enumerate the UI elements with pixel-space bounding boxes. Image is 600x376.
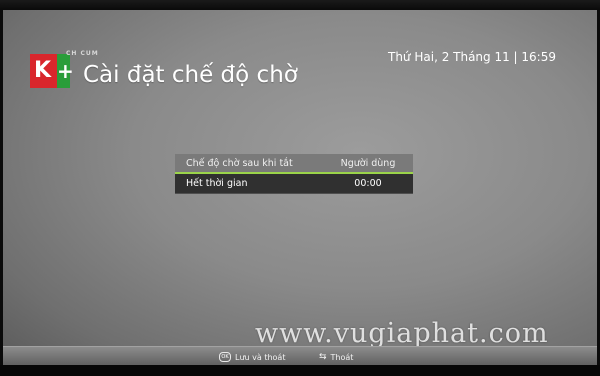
standby-mode-label: Chế độ chờ sau khi tắt (186, 157, 293, 169)
standby-mode-value: Người dùng (340, 157, 396, 169)
timeout-label: Hết thời gian (186, 178, 248, 189)
back-arrow-icon: ⇆ (319, 352, 327, 362)
watermark: www.vugiaphat.com (255, 318, 549, 349)
tv-bezel-bottom (0, 365, 600, 376)
logo-subtext: CH CUM (66, 50, 99, 57)
kplus-logo: K + (30, 54, 74, 88)
save-and-exit-hint[interactable]: OK Lưu và thoát (219, 352, 285, 362)
exit-label: Thoát (330, 352, 354, 362)
tv-screen: K + CH CUM Cài đặt chế độ chờ Thứ Hai, 2 … (3, 10, 597, 365)
ok-key-icon: OK (219, 352, 231, 362)
tv-bezel-top (0, 0, 600, 10)
exit-hint[interactable]: ⇆ Thoát (319, 352, 353, 362)
save-and-exit-label: Lưu và thoát (235, 352, 286, 362)
timeout-value: 00:00 (354, 178, 382, 189)
page-title: Cài đặt chế độ chờ (83, 62, 298, 88)
logo-k: K (34, 58, 51, 83)
standby-settings-panel: Chế độ chờ sau khi tắt Người dùng Hết th… (175, 154, 413, 194)
timeout-row[interactable]: Hết thời gian 00:00 (175, 174, 413, 194)
logo-plus: + (57, 54, 74, 88)
datetime-display: Thứ Hai, 2 Tháng 11 | 16:59 (388, 50, 556, 64)
standby-mode-row[interactable]: Chế độ chờ sau khi tắt Người dùng (175, 154, 413, 174)
footer-bar: OK Lưu và thoát ⇆ Thoát (3, 346, 597, 365)
